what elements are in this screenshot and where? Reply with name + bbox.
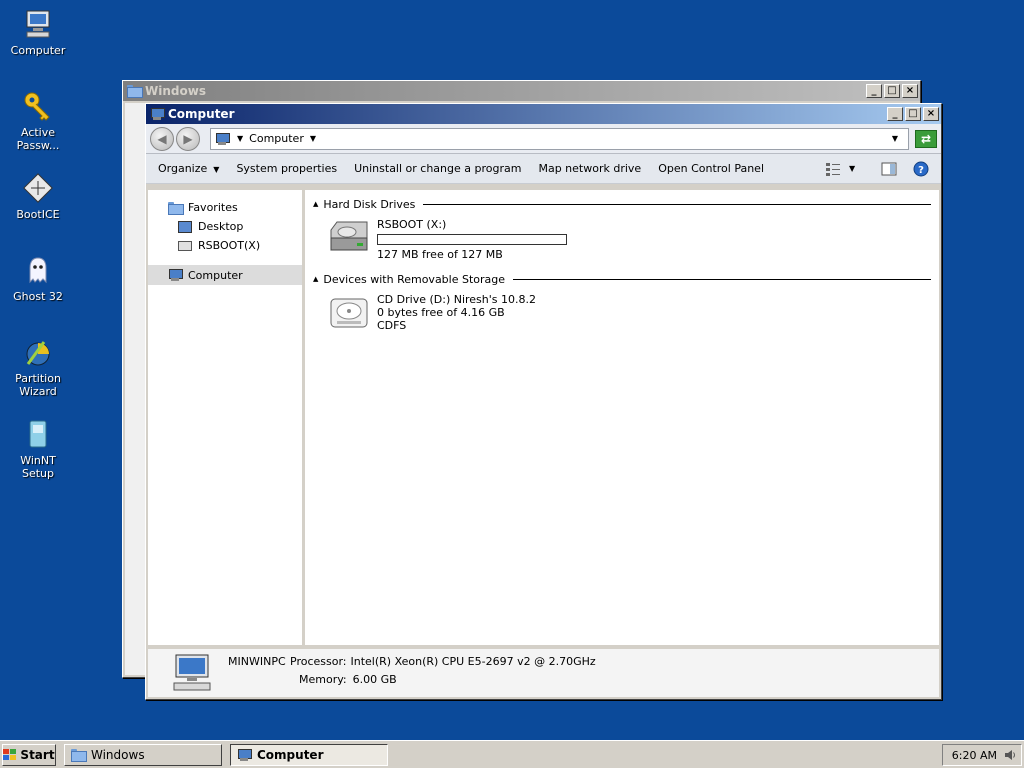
processor-label: Processor: [290, 655, 347, 668]
group-header-removable-storage[interactable]: ▲ Devices with Removable Storage [313, 271, 931, 287]
help-icon[interactable]: ? [913, 161, 929, 177]
chevron-down-icon: ▼ [213, 165, 220, 174]
address-bar: ◀ ▶ ▼ Computer ▼ ▼ ⇄ [146, 124, 941, 154]
uninstall-program-button[interactable]: Uninstall or change a program [354, 162, 521, 175]
navigation-pane: Favorites Desktop RSBOOT(X) Computer [148, 190, 305, 645]
collapse-arrow-icon: ▲ [313, 200, 319, 208]
back-button[interactable]: ◀ [150, 126, 174, 151]
system-properties-button[interactable]: System properties [236, 162, 337, 175]
desktop-icon-computer[interactable]: Computer [3, 8, 73, 57]
desktop-icon-active-password[interactable]: Active Passw... [3, 90, 73, 152]
computer-icon [215, 132, 230, 145]
computer-icon [237, 748, 252, 761]
drive-free-space: 127 MB free of 127 MB [377, 248, 503, 261]
explorer-panes: Favorites Desktop RSBOOT(X) Computer ▲ H… [148, 190, 939, 645]
nav-desktop[interactable]: Desktop [148, 217, 302, 236]
organize-button[interactable]: Organize ▼ [158, 162, 219, 175]
drive-cd[interactable]: CD Drive (D:) Niresh's 10.8.2 0 bytes fr… [327, 293, 931, 333]
speaker-icon[interactable] [1003, 748, 1017, 762]
nav-favorites[interactable]: Favorites [148, 198, 302, 217]
window-computer[interactable]: Computer _ □ × ◀ ▶ ▼ Computer ▼ ▼ ⇄ Orga… [145, 103, 942, 700]
windows-logo-icon [3, 748, 17, 761]
drive-icon [178, 240, 192, 251]
hard-drive-icon [327, 218, 371, 258]
drive-name: RSBOOT (X:) [377, 218, 447, 231]
chevron-down-icon[interactable]: ▼ [310, 134, 316, 143]
computer-name: MINWINPC [228, 655, 286, 668]
close-button[interactable]: × [923, 107, 939, 121]
titlebar-windows[interactable]: Windows _ □ × [123, 81, 920, 101]
preview-pane-icon[interactable] [881, 161, 897, 177]
computer-icon [22, 8, 54, 40]
view-dropdown-icon[interactable]: ▼ [849, 161, 865, 177]
winnt-setup-icon [22, 418, 54, 450]
details-pane: MINWINPC Processor: Intel(R) Xeon(R) CPU… [148, 647, 939, 697]
collapse-arrow-icon: ▲ [313, 275, 319, 283]
breadcrumb-separator-icon[interactable]: ▼ [237, 134, 243, 143]
window-title: Computer [168, 107, 235, 121]
titlebar-computer[interactable]: Computer _ □ × [146, 104, 941, 124]
folder-icon [127, 85, 143, 98]
desktop-icon-partition-wizard[interactable]: Partition Wizard [3, 336, 73, 398]
address-field[interactable]: ▼ Computer ▼ ▼ [210, 127, 909, 150]
drive-filesystem: CDFS [377, 319, 407, 332]
favorites-folder-icon [168, 202, 184, 215]
nav-rsboot[interactable]: RSBOOT(X) [148, 236, 302, 255]
maximize-button[interactable]: □ [884, 84, 900, 98]
forward-button[interactable]: ▶ [176, 126, 200, 151]
minimize-button[interactable]: _ [887, 107, 903, 121]
content-pane: ▲ Hard Disk Drives RSBOOT (X:) 127 MB fr… [305, 190, 939, 645]
maximize-button[interactable]: □ [905, 107, 921, 121]
partition-wizard-icon [22, 336, 54, 368]
group-header-hard-disk-drives[interactable]: ▲ Hard Disk Drives [313, 196, 931, 212]
address-dropdown-icon[interactable]: ▼ [892, 134, 898, 143]
bootice-icon [22, 172, 54, 204]
window-title: Windows [145, 84, 206, 98]
desktop-icon-winnt-setup[interactable]: WinNT Setup [3, 418, 73, 480]
desktop-icon-ghost32[interactable]: Ghost 32 [3, 254, 73, 303]
system-tray: 6:20 AM [942, 744, 1022, 766]
map-network-drive-button[interactable]: Map network drive [538, 162, 641, 175]
open-control-panel-button[interactable]: Open Control Panel [658, 162, 764, 175]
minimize-button[interactable]: _ [866, 84, 882, 98]
desktop-icon-bootice[interactable]: BootICE [3, 172, 73, 221]
taskbar-item-computer[interactable]: Computer [230, 743, 388, 766]
processor-value: Intel(R) Xeon(R) CPU E5-2697 v2 @ 2.70GH… [350, 655, 596, 668]
drive-rsboot[interactable]: RSBOOT (X:) 127 MB free of 127 MB [327, 218, 931, 261]
folder-icon [71, 749, 87, 762]
computer-icon [172, 653, 212, 693]
svg-text:?: ? [918, 165, 924, 176]
desktop-icon [178, 220, 192, 233]
clock[interactable]: 6:20 AM [952, 749, 997, 762]
taskbar: Start Windows Computer 6:20 AM [0, 740, 1024, 768]
change-view-icon[interactable] [825, 161, 841, 177]
drive-usage-bar [377, 234, 567, 245]
memory-value: 6.00 GB [352, 673, 397, 686]
taskbar-item-windows[interactable]: Windows [64, 743, 222, 766]
close-button[interactable]: × [902, 84, 918, 98]
drive-name: CD Drive (D:) Niresh's 10.8.2 [377, 293, 537, 306]
key-icon [22, 90, 54, 122]
nav-computer[interactable]: Computer [148, 265, 302, 285]
command-bar: Organize ▼ System properties Uninstall or… [146, 154, 941, 184]
ghost-icon [22, 254, 54, 286]
computer-icon [168, 269, 183, 281]
cd-drive-icon [327, 293, 371, 333]
refresh-button[interactable]: ⇄ [915, 129, 937, 148]
drive-free-space: 0 bytes free of 4.16 GB [377, 306, 505, 319]
memory-label: Memory: [299, 673, 347, 686]
computer-icon [150, 108, 165, 120]
start-button[interactable]: Start [2, 743, 56, 766]
breadcrumb-computer[interactable]: Computer [249, 132, 304, 145]
